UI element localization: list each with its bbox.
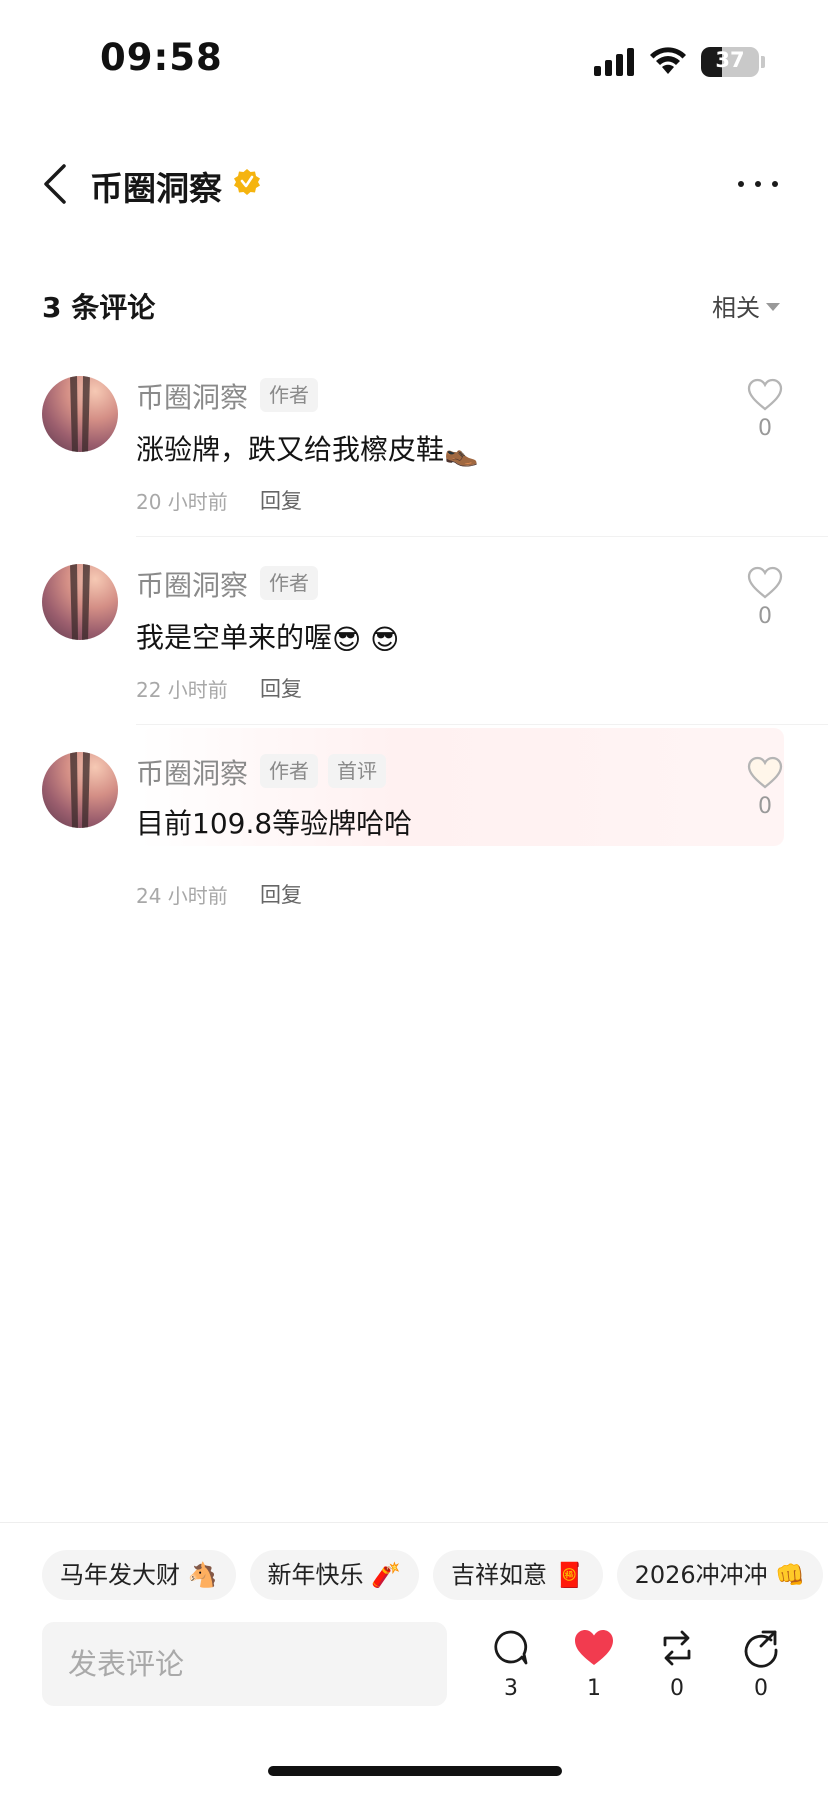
like-count: 0 [758, 794, 772, 819]
like-action[interactable]: 1 [569, 1628, 619, 1712]
comment-divider [136, 724, 828, 725]
reply-button[interactable]: 回复 [260, 879, 302, 909]
author-tag: 作者 [260, 754, 318, 788]
first-comment-tag: 首评 [328, 754, 386, 788]
avatar-legs-image [70, 376, 90, 452]
chip-label: 吉祥如意 [451, 1561, 548, 1589]
heart-outline-icon[interactable] [747, 566, 783, 600]
heart-outline-icon[interactable] [747, 756, 783, 790]
reposts-count: 0 [670, 1676, 684, 1701]
sunglasses-emoji: 😎 😎 [332, 622, 400, 656]
comment-author[interactable]: 币圈洞察 [136, 564, 248, 604]
chip-label: 马年发大财 [60, 1561, 180, 1589]
fist-emoji: 👊 [775, 1561, 806, 1589]
caret-down-icon [766, 302, 780, 311]
comment-item: 币圈洞察 作者 首评 目前109.8等验牌哈哈 24 小时前 回复 0 [0, 728, 828, 916]
quick-reply-chip[interactable]: 吉祥如意 🧧 [433, 1550, 603, 1600]
battery-icon: 37 [701, 47, 759, 77]
likes-count: 1 [587, 1676, 601, 1701]
verified-badge-icon [234, 169, 260, 195]
comments-screen: 09:58 37 币圈洞察 3 条评论 相关 币圈洞察 作者 涨验牌，跌又给我檫… [0, 0, 828, 1796]
more-dot [738, 181, 744, 187]
author-tag: 作者 [260, 378, 318, 412]
shoe-emoji: 👞 [444, 434, 479, 468]
heart-filled-icon [575, 1630, 613, 1665]
comment-text-body: 涨验牌，跌又给我檫皮鞋 [136, 433, 445, 466]
more-dot [755, 181, 761, 187]
reply-button[interactable]: 回复 [260, 485, 302, 515]
comment-text: 我是空单来的喔😎 😎 [136, 616, 399, 656]
comment-text: 目前109.8等验牌哈哈 [136, 802, 412, 842]
quick-reply-chip[interactable]: 新年快乐 🧨 [249, 1550, 420, 1600]
share-action[interactable]: 0 [736, 1628, 786, 1712]
quick-reply-chip[interactable]: 2026冲冲冲 👊 [616, 1550, 824, 1600]
home-indicator[interactable] [268, 1766, 562, 1776]
heart-outline-icon[interactable] [747, 378, 783, 412]
wifi-icon [650, 47, 686, 74]
comments-count: 3 [504, 1676, 518, 1701]
status-time: 09:58 [100, 36, 223, 79]
repost-action[interactable]: 0 [652, 1628, 702, 1712]
comment-item: 币圈洞察 作者 我是空单来的喔😎 😎 22 小时前 回复 0 [0, 560, 828, 710]
sort-dropdown[interactable]: 相关 [712, 288, 780, 323]
comments-action[interactable]: 3 [486, 1628, 536, 1712]
more-options-button[interactable] [734, 166, 782, 200]
comment-author[interactable]: 币圈洞察 [136, 752, 248, 792]
share-icon [744, 1630, 778, 1668]
comment-text-body: 目前109.8等验牌哈哈 [136, 807, 413, 840]
firecracker-emoji: 🧨 [371, 1561, 402, 1589]
avatar[interactable] [42, 752, 118, 828]
battery-cap [761, 56, 765, 68]
back-button[interactable] [36, 160, 76, 208]
chip-label: 新年快乐 [267, 1561, 364, 1589]
comments-header: 3 条评论 相关 [0, 280, 828, 328]
bottom-divider [0, 1522, 828, 1523]
page-title: 币圈洞察 [90, 169, 222, 208]
quick-reply-chips: 马年发大财 🐴 新年快乐 🧨 吉祥如意 🧧 2026冲冲冲 👊 [42, 1550, 828, 1600]
like-count: 0 [758, 604, 772, 629]
author-tag: 作者 [260, 566, 318, 600]
sort-label: 相关 [712, 294, 760, 322]
comment-time: 20 小时前 [136, 490, 228, 514]
comment-author[interactable]: 币圈洞察 [136, 376, 248, 416]
red-envelope-emoji: 🧧 [554, 1561, 585, 1589]
chip-label: 2026冲冲冲 [634, 1561, 768, 1589]
shares-count: 0 [754, 1676, 768, 1701]
comment-text: 涨验牌，跌又给我檫皮鞋👞 [136, 428, 479, 468]
comment-time: 22 小时前 [136, 678, 228, 702]
comment-time: 24 小时前 [136, 884, 228, 908]
quick-reply-chip[interactable]: 马年发大财 🐴 [42, 1550, 236, 1600]
avatar-legs-image [70, 564, 90, 640]
comment-item: 币圈洞察 作者 涨验牌，跌又给我檫皮鞋👞 20 小时前 回复 0 [0, 370, 828, 520]
avatar-legs-image [70, 752, 90, 828]
comment-input[interactable] [42, 1622, 447, 1706]
cellular-signal-icon [594, 48, 634, 76]
comment-divider [136, 536, 828, 537]
comment-text-body: 我是空单来的喔 [136, 621, 333, 654]
battery-percent: 37 [715, 48, 745, 72]
avatar[interactable] [42, 376, 118, 452]
comment-bubble-icon [494, 1630, 528, 1665]
avatar[interactable] [42, 564, 118, 640]
horse-emoji: 🐴 [187, 1561, 218, 1589]
repost-icon [663, 1630, 691, 1666]
nav-bar: 币圈洞察 [0, 140, 828, 230]
like-count: 0 [758, 416, 772, 441]
reply-button[interactable]: 回复 [260, 673, 302, 703]
more-dot [772, 181, 778, 187]
comment-count: 3 条评论 [42, 291, 156, 324]
status-bar: 09:58 37 [0, 0, 828, 110]
